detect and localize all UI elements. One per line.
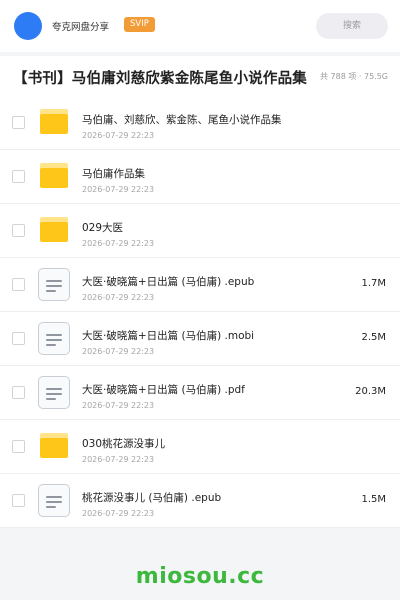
folder-icon: [37, 214, 71, 248]
file-date: 2026-07-29 22:23: [82, 401, 155, 410]
document-icon: [37, 484, 71, 518]
file-row[interactable]: 大医·破晓篇+日出篇 (马伯庸) .mobi 2026-07-29 22:23 2.…: [0, 312, 400, 366]
file-row[interactable]: 马伯庸、刘慈欣、紫金陈、尾鱼小说作品集 2026-07-29 22:23: [0, 96, 400, 150]
file-size: 1.7M: [361, 278, 386, 289]
file-size: 1.5M: [361, 494, 386, 505]
file-date: 2026-07-29 22:23: [82, 239, 155, 248]
folder-icon: [37, 160, 71, 194]
file-date: 2026-07-29 22:23: [82, 455, 155, 464]
share-meta-info: 共 788 项 · 75.5G: [320, 72, 388, 81]
file-name: 029大医: [82, 222, 124, 234]
document-icon: [37, 268, 71, 302]
file-row[interactable]: 大医·破晓篇+日出篇 (马伯庸) .pdf 2026-07-29 22:23 20.…: [0, 366, 400, 420]
file-date: 2026-07-29 22:23: [82, 293, 155, 302]
row-checkbox[interactable]: [12, 332, 25, 345]
file-name: 大医·破晓篇+日出篇 (马伯庸) .epub: [82, 276, 255, 288]
document-icon: [37, 322, 71, 356]
file-list: 马伯庸、刘慈欣、紫金陈、尾鱼小说作品集 2026-07-29 22:23 马伯庸作品…: [0, 96, 400, 528]
file-name: 大医·破晓篇+日出篇 (马伯庸) .pdf: [82, 384, 245, 396]
file-row[interactable]: 桃花源没事儿 (马伯庸) .epub 2026-07-29 22:23 1.5M: [0, 474, 400, 528]
folder-icon: [37, 106, 71, 140]
file-name: 马伯庸作品集: [82, 168, 145, 180]
site-name: 夸克网盘分享: [52, 22, 110, 33]
row-checkbox[interactable]: [12, 440, 25, 453]
file-row[interactable]: 030桃花源没事儿 2026-07-29 22:23: [0, 420, 400, 474]
row-checkbox[interactable]: [12, 278, 25, 291]
file-size: 20.3M: [355, 386, 386, 397]
avatar[interactable]: [14, 12, 42, 40]
row-checkbox[interactable]: [12, 116, 25, 129]
file-date: 2026-07-29 22:23: [82, 131, 155, 140]
row-checkbox[interactable]: [12, 494, 25, 507]
file-date: 2026-07-29 22:23: [82, 509, 155, 518]
file-date: 2026-07-29 22:23: [82, 185, 155, 194]
title-bar: 【书刊】马伯庸刘慈欣紫金陈尾鱼小说作品集 共 788 项 · 75.5G: [0, 56, 400, 98]
file-size: 2.5M: [361, 332, 386, 343]
file-name: 马伯庸、刘慈欣、紫金陈、尾鱼小说作品集: [82, 114, 282, 126]
header-bar: 夸克网盘分享 SVIP 搜索: [0, 0, 400, 52]
file-date: 2026-07-29 22:23: [82, 347, 155, 356]
page-title: 【书刊】马伯庸刘慈欣紫金陈尾鱼小说作品集: [13, 71, 307, 87]
row-checkbox[interactable]: [12, 224, 25, 237]
file-row[interactable]: 马伯庸作品集 2026-07-29 22:23: [0, 150, 400, 204]
row-checkbox[interactable]: [12, 386, 25, 399]
file-row[interactable]: 大医·破晓篇+日出篇 (马伯庸) .epub 2026-07-29 22:23 1.…: [0, 258, 400, 312]
row-checkbox[interactable]: [12, 170, 25, 183]
search-button[interactable]: 搜索: [316, 13, 388, 39]
document-icon: [37, 376, 71, 410]
file-name: 大医·破晓篇+日出篇 (马伯庸) .mobi: [82, 330, 255, 342]
folder-icon: [37, 430, 71, 464]
file-row[interactable]: 029大医 2026-07-29 22:23: [0, 204, 400, 258]
svip-badge: SVIP: [124, 17, 155, 32]
file-name: 030桃花源没事儿: [82, 438, 166, 450]
watermark: miosou.cc: [135, 564, 265, 589]
file-name: 桃花源没事儿 (马伯庸) .epub: [82, 492, 222, 504]
